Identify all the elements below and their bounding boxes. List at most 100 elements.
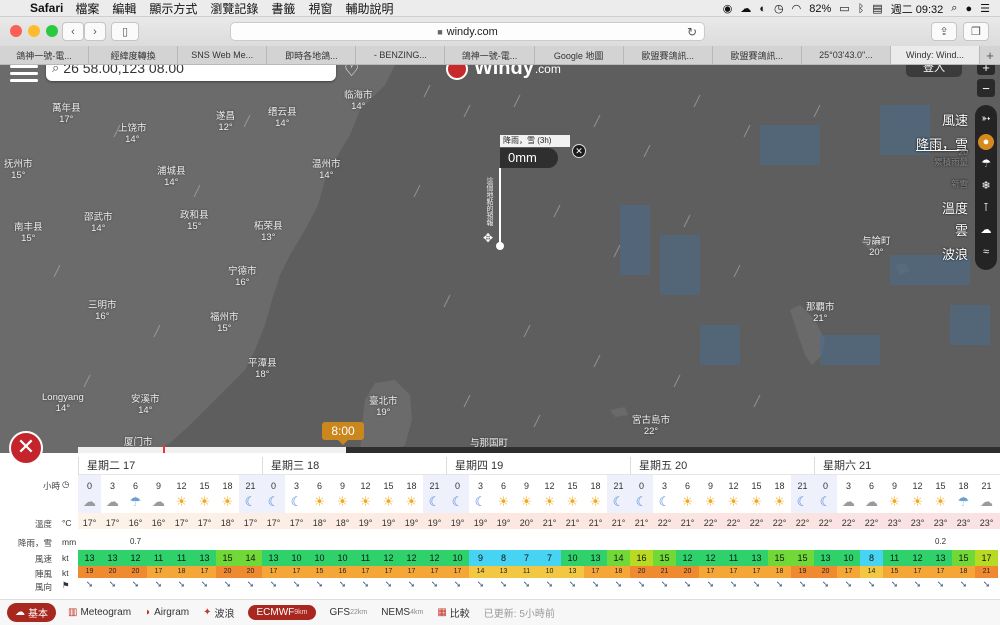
temp-cell: 17°: [82, 518, 97, 528]
wind-arrow-icon: ➘: [499, 579, 508, 589]
wind-cell: 15: [768, 550, 791, 566]
hamburger-menu-icon[interactable]: [10, 65, 38, 83]
cc-icon[interactable]: ◉: [723, 2, 733, 15]
zoom-in-button[interactable]: +: [977, 65, 995, 75]
menu-window[interactable]: 視窗: [308, 0, 332, 17]
wifi-icon[interactable]: ◠: [792, 2, 802, 15]
favorite-heart-icon[interactable]: ♡: [344, 65, 359, 81]
tabs-overview-button[interactable]: ❐: [963, 22, 989, 41]
layer-waves[interactable]: 波浪: [942, 244, 968, 263]
flag-icon[interactable]: ▤: [872, 2, 882, 15]
gfs-model-button[interactable]: GFS 22km: [330, 607, 368, 618]
sun-icon: ☀: [911, 494, 924, 509]
city-label: 邵武市 14°: [84, 212, 113, 234]
cloud-layer-icon[interactable]: ☁: [978, 222, 994, 238]
timemachine-icon[interactable]: ◷: [774, 2, 784, 15]
layer-accumulated-rain[interactable]: 累積雨量: [934, 156, 968, 168]
day-label[interactable]: 星期五 20: [630, 457, 687, 475]
accumulated-rain-icon[interactable]: ☂: [978, 156, 994, 172]
spotlight-icon[interactable]: ⌕: [951, 2, 957, 15]
airgram-button[interactable]: ◗ Airgram: [145, 607, 189, 618]
sidebar-button[interactable]: ▯: [111, 22, 139, 41]
zoom-window-button[interactable]: [46, 25, 58, 37]
map-pin[interactable]: [496, 242, 504, 250]
compare-button[interactable]: ▦ 比較: [437, 605, 469, 620]
wind-arrow-icon: ➘: [798, 579, 807, 589]
temp-cell: 19°: [358, 518, 373, 528]
layer-clouds[interactable]: 雲: [955, 220, 968, 239]
minimize-window-button[interactable]: [28, 25, 40, 37]
close-forecast-button[interactable]: ✕: [9, 431, 43, 465]
meteogram-button[interactable]: ▥ Meteogram: [68, 607, 131, 618]
tab-10[interactable]: 25°03'43.0"...: [802, 46, 891, 64]
day-label[interactable]: 星期三 18: [262, 457, 319, 475]
hours-row: 0 3 6 9 12 15 18 21 0 3 6 9 12 15 18 21 0 3 6 9 12 15 18 21 0 3 6 9…: [78, 481, 1000, 495]
thermometer-icon[interactable]: ⊺: [978, 200, 994, 216]
cloud-icon[interactable]: ☁: [740, 2, 751, 15]
waves-icon[interactable]: ≈: [978, 244, 994, 260]
bluetooth-icon[interactable]: ᛒ: [858, 3, 865, 15]
tab-4[interactable]: 即時各地鴿...: [267, 46, 357, 64]
cloud-icon: ☁: [106, 494, 119, 509]
notification-icon[interactable]: ☰: [980, 2, 990, 15]
pin-forecast-link[interactable]: 這個地點的預報: [485, 177, 494, 226]
day-label[interactable]: 星期二 17: [78, 457, 135, 475]
menu-view[interactable]: 顯示方式: [149, 0, 197, 17]
menu-history[interactable]: 瀏覽記錄: [210, 0, 258, 17]
precip-cell: 0.7: [129, 537, 142, 546]
weather-map[interactable]: 萬年县 17° 上饶市 14° 遂昌 12° 缙云县 14° 临海市 14° 抚州市 15°…: [0, 65, 1000, 453]
tab-1[interactable]: 鴿神一號-電...: [0, 46, 90, 64]
back-button[interactable]: ‹: [62, 22, 84, 41]
tab-9[interactable]: 歐盟賽鴿訊...: [713, 46, 802, 64]
close-window-button[interactable]: [10, 25, 22, 37]
layer-temperature[interactable]: 溫度: [942, 198, 968, 217]
temp-cell: 22°: [657, 518, 672, 528]
reload-icon[interactable]: ↻: [687, 25, 697, 39]
tab-3[interactable]: SNS Web Me...: [178, 46, 268, 64]
search-input[interactable]: ⌕ 26 58.00,123 08.00: [46, 65, 336, 81]
windy-logo[interactable]: Windy .com: [446, 65, 561, 80]
tab-windy-active[interactable]: Windy: Wind...: [890, 46, 981, 64]
time-badge[interactable]: 8:00: [322, 422, 364, 445]
wind-icon[interactable]: ➳: [978, 111, 994, 127]
nems-model-button[interactable]: NEMS 4km: [381, 607, 423, 618]
menu-bookmarks[interactable]: 書籤: [271, 0, 295, 17]
rain-icon: ☂: [129, 494, 142, 509]
clock[interactable]: 週二 09:32: [891, 1, 944, 17]
address-bar[interactable]: ■ windy.com ↻: [230, 22, 705, 41]
rain-drop-icon[interactable]: ●: [978, 134, 994, 150]
tab-7[interactable]: Google 地圖: [535, 46, 624, 64]
temp-cell: 21°: [588, 518, 603, 528]
tab-5[interactable]: - BENZING...: [356, 46, 446, 64]
popup-value: 0mm: [500, 148, 558, 168]
battery-icon[interactable]: ▭: [839, 2, 849, 15]
day-label[interactable]: 星期六 21: [814, 457, 871, 475]
app-menu[interactable]: Safari: [30, 1, 63, 15]
layer-new-snow[interactable]: 新雪: [951, 178, 968, 190]
tab-8[interactable]: 歐盟賽鴿訊...: [624, 46, 713, 64]
hour-cell: 0: [638, 481, 644, 491]
login-button[interactable]: 登入: [906, 65, 962, 77]
zoom-out-button[interactable]: −: [977, 79, 995, 97]
waves-button[interactable]: ✦ 波浪: [203, 605, 234, 620]
sync-icon[interactable]: ◐: [759, 3, 766, 15]
tab-2[interactable]: 經緯度轉換: [89, 46, 179, 64]
hour-cell: 0: [270, 481, 276, 491]
tab-6[interactable]: 鴿神一號-電...: [445, 46, 535, 64]
battery-percent[interactable]: 82%: [809, 3, 831, 15]
moon-icon: ☾: [244, 494, 257, 509]
layer-wind[interactable]: 風速: [942, 110, 968, 129]
snowflake-icon[interactable]: ❄: [978, 178, 994, 194]
menu-file[interactable]: 檔案: [75, 0, 99, 17]
ecmwf-model-button[interactable]: ECMWF 9km: [248, 605, 316, 620]
forward-button[interactable]: ›: [84, 22, 106, 41]
menu-help[interactable]: 輔助說明: [345, 0, 393, 17]
move-pin-icon[interactable]: ✥: [483, 231, 493, 245]
share-button[interactable]: ⇪: [931, 22, 957, 41]
day-label[interactable]: 星期四 19: [446, 457, 503, 475]
menu-edit[interactable]: 編輯: [112, 0, 136, 17]
popup-close-button[interactable]: ✕: [572, 144, 586, 158]
new-tab-button[interactable]: +: [980, 46, 1000, 64]
basic-button[interactable]: ☁ 基本: [7, 603, 56, 622]
siri-icon[interactable]: ●: [965, 3, 972, 15]
